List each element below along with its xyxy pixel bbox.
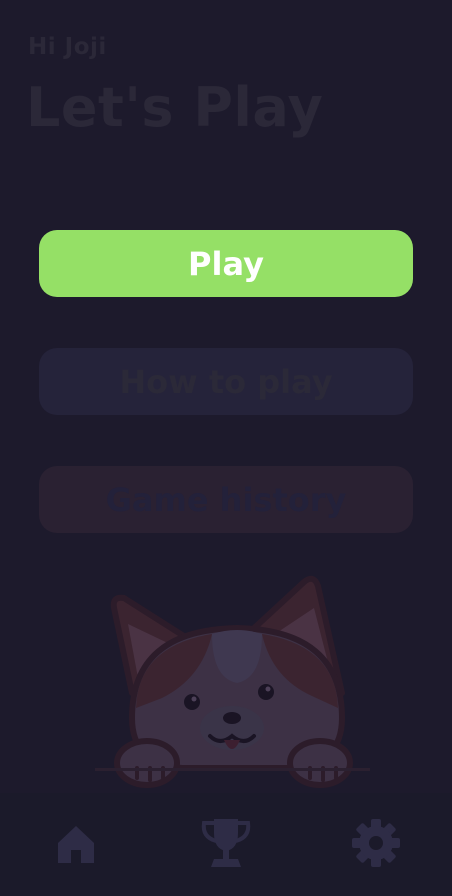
- bottom-navigation: home-icon trophy-icon: [0, 793, 452, 896]
- nav-home[interactable]: home-icon: [48, 815, 104, 871]
- gear-icon: [352, 819, 400, 867]
- page-title: Let's Play: [26, 76, 324, 139]
- greeting-text: Hi Joji: [28, 34, 107, 60]
- main-menu-screen: Hi Joji Let's Play Play How to play Game…: [0, 0, 452, 896]
- how-to-play-button[interactable]: How to play: [39, 348, 413, 415]
- corgi-dog-illustration: [110, 575, 353, 788]
- nav-settings[interactable]: gear-icon: [348, 815, 404, 871]
- home-icon: [58, 826, 94, 863]
- trophy-icon: [201, 819, 251, 867]
- ground-line: [95, 768, 370, 771]
- game-history-button[interactable]: Game history: [39, 466, 413, 533]
- play-button[interactable]: Play: [39, 230, 413, 297]
- nav-trophy[interactable]: trophy-icon: [198, 815, 254, 871]
